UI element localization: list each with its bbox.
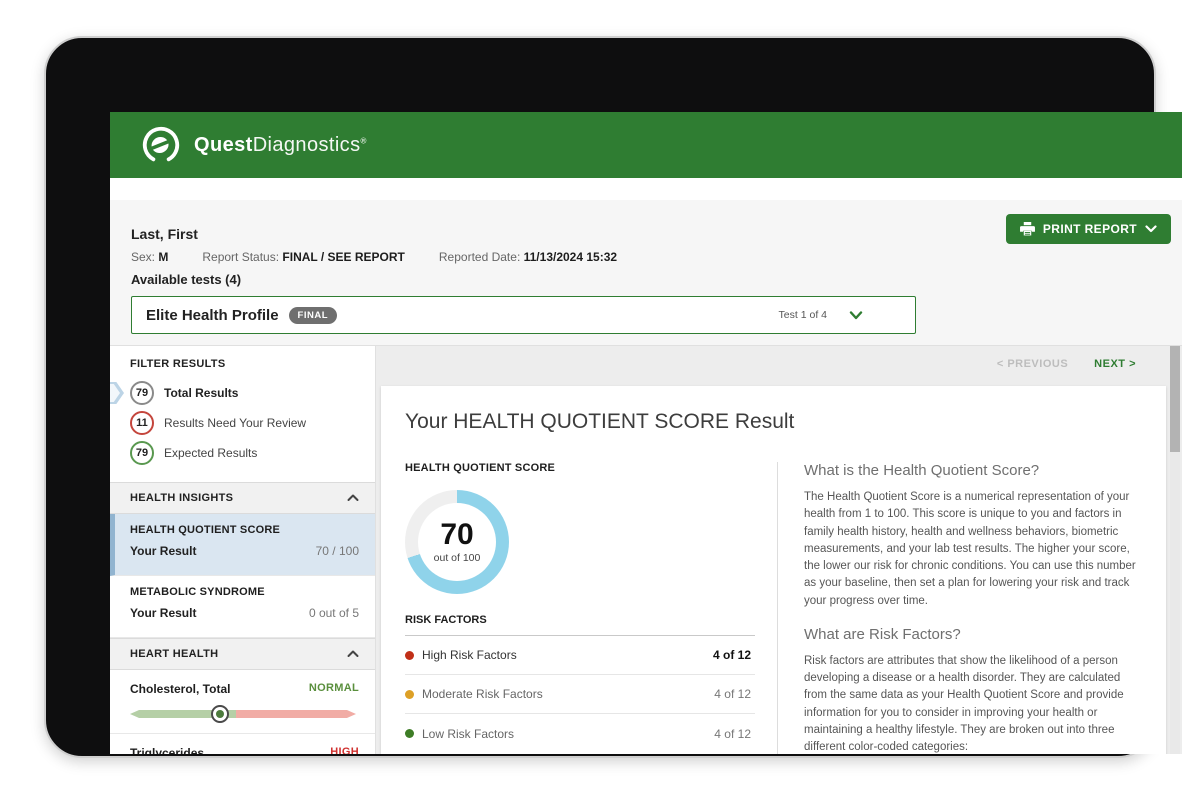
chevron-up-icon <box>347 494 359 502</box>
item-title: METABOLIC SYNDROME <box>130 586 359 598</box>
gauge-marker-icon <box>211 705 229 723</box>
test-name: Elite Health Profile <box>146 307 279 324</box>
results-sidebar: FILTER RESULTS 79 Total Results 11 Resul… <box>110 346 376 754</box>
item-result-row: Your Result 70 / 100 <box>130 544 359 558</box>
donut-score-caption: out of 100 <box>434 552 481 564</box>
brand-light: Diagnostics <box>253 134 361 156</box>
risk-label: Moderate Risk Factors <box>422 687 543 701</box>
header-divider-strip <box>110 178 1182 200</box>
article-heading-2: What are Risk Factors? <box>804 626 1142 643</box>
risk-row-moderate: Moderate Risk Factors 4 of 12 <box>405 675 755 714</box>
heart-health-section-header[interactable]: HEART HEALTH <box>110 638 375 670</box>
test-position: Test 1 of 4 <box>779 309 827 321</box>
brand-bold: Quest <box>194 134 253 156</box>
risk-value: 4 of 12 <box>714 727 755 741</box>
donut-center: 70 out of 100 <box>418 503 496 581</box>
filter-label: Expected Results <box>164 446 257 460</box>
needs-review-count-badge: 11 <box>130 411 154 435</box>
triglycerides-label: Triglycerides <box>130 746 204 754</box>
test-selector-dropdown[interactable]: Elite Health Profile FINAL Test 1 of 4 <box>131 296 916 334</box>
article-paragraph-2: Risk factors are attributes that show th… <box>804 653 1142 754</box>
reported-date: Reported Date: 11/13/2024 15:32 <box>439 250 617 264</box>
filter-results-title: FILTER RESULTS <box>130 358 375 370</box>
available-tests-label: Available tests (4) <box>131 272 241 287</box>
result-label: Your Result <box>130 544 196 558</box>
expected-results-count-badge: 79 <box>130 441 154 465</box>
filter-expected-results[interactable]: 79 Expected Results <box>110 438 375 468</box>
risk-label: High Risk Factors <box>422 648 517 662</box>
patient-name: Last, First <box>131 226 198 242</box>
cholesterol-gauge <box>130 710 356 718</box>
quest-logo-icon <box>140 124 182 166</box>
article-heading-1: What is the Health Quotient Score? <box>804 462 1142 479</box>
risk-row-low: Low Risk Factors 4 of 12 <box>405 714 755 753</box>
scrollbar-thumb[interactable] <box>1170 346 1180 452</box>
sidebar-item-triglycerides[interactable]: Triglycerides HIGH <box>110 734 375 754</box>
heart-health-label: HEART HEALTH <box>130 648 218 660</box>
low-risk-dot-icon <box>405 729 414 738</box>
total-results-count-badge: 79 <box>130 381 154 405</box>
risk-label: Low Risk Factors <box>422 727 514 741</box>
chevron-down-icon <box>849 311 863 320</box>
screen: QuestDiagnostics® Last, First Sex: M Rep… <box>110 112 1182 754</box>
high-risk-dot-icon <box>405 651 414 660</box>
printer-icon <box>1020 222 1035 236</box>
result-title: Your HEALTH QUOTIENT SCORE Result <box>405 410 1142 434</box>
filter-total-results[interactable]: 79 Total Results <box>110 378 375 408</box>
print-report-button[interactable]: PRINT REPORT <box>1006 214 1171 244</box>
tablet-frame: QuestDiagnostics® Last, First Sex: M Rep… <box>44 36 1156 758</box>
chevron-up-icon <box>347 650 359 658</box>
health-insights-section-header[interactable]: HEALTH INSIGHTS <box>110 482 375 514</box>
triglycerides-status-badge: HIGH <box>330 746 359 754</box>
filter-needs-review[interactable]: 11 Results Need Your Review <box>110 408 375 438</box>
sidebar-item-metabolic-syndrome[interactable]: METABOLIC SYNDROME Your Result 0 out of … <box>110 576 375 638</box>
patient-info-bar: Last, First Sex: M Report Status: FINAL … <box>110 200 1182 346</box>
app-header: QuestDiagnostics® <box>110 112 1182 178</box>
result-label: Your Result <box>130 606 196 620</box>
result-value: 70 / 100 <box>316 544 359 558</box>
score-column: HEALTH QUOTIENT SCORE 70 out of 100 RISK… <box>405 462 777 754</box>
result-pagination: < PREVIOUS NEXT > <box>997 358 1136 370</box>
gauge-bar <box>130 710 356 718</box>
result-card: Your HEALTH QUOTIENT SCORE Result HEALTH… <box>381 386 1166 754</box>
patient-sex: Sex: M <box>131 250 168 264</box>
selector-right-group: Test 1 of 4 <box>779 309 901 321</box>
risk-value: 4 of 12 <box>713 648 755 662</box>
risk-row-high: High Risk Factors 4 of 12 <box>405 636 755 675</box>
risk-value: 4 of 12 <box>714 687 755 701</box>
final-status-badge: FINAL <box>289 307 337 324</box>
next-button[interactable]: NEXT > <box>1094 358 1136 370</box>
cholesterol-label: Cholesterol, Total <box>130 682 230 696</box>
patient-meta-row: Sex: M Report Status: FINAL / SEE REPORT… <box>131 250 617 264</box>
cholesterol-header-row: Cholesterol, Total NORMAL <box>130 682 359 696</box>
previous-button[interactable]: < PREVIOUS <box>997 358 1068 370</box>
registered-mark: ® <box>360 136 366 145</box>
result-main-panel: < PREVIOUS NEXT > Your HEALTH QUOTIENT S… <box>376 346 1182 754</box>
filter-label: Total Results <box>164 386 238 400</box>
print-report-label: PRINT REPORT <box>1043 222 1137 236</box>
donut-score-value: 70 <box>440 520 473 550</box>
item-title: HEALTH QUOTIENT SCORE <box>130 524 359 536</box>
result-value: 0 out of 5 <box>309 606 359 620</box>
report-status: Report Status: FINAL / SEE REPORT <box>202 250 405 264</box>
chevron-down-icon <box>1145 225 1157 233</box>
item-result-row: Your Result 0 out of 5 <box>130 606 359 620</box>
score-section-heading: HEALTH QUOTIENT SCORE <box>405 462 755 474</box>
explanation-column: What is the Health Quotient Score? The H… <box>777 462 1142 754</box>
brand-text: QuestDiagnostics® <box>194 134 367 157</box>
filter-label: Results Need Your Review <box>164 416 306 430</box>
article-paragraph-1: The Health Quotient Score is a numerical… <box>804 489 1142 610</box>
brand-logo: QuestDiagnostics® <box>140 124 367 166</box>
moderate-risk-dot-icon <box>405 690 414 699</box>
scrollbar-track[interactable] <box>1170 346 1180 754</box>
sidebar-item-cholesterol-total[interactable]: Cholesterol, Total NORMAL <box>110 670 375 734</box>
risk-factors-heading: RISK FACTORS <box>405 614 755 636</box>
health-insights-label: HEALTH INSIGHTS <box>130 492 233 504</box>
cholesterol-status-badge: NORMAL <box>309 682 359 696</box>
sidebar-item-health-quotient-score[interactable]: HEALTH QUOTIENT SCORE Your Result 70 / 1… <box>110 514 375 576</box>
health-quotient-donut: 70 out of 100 <box>405 490 509 594</box>
